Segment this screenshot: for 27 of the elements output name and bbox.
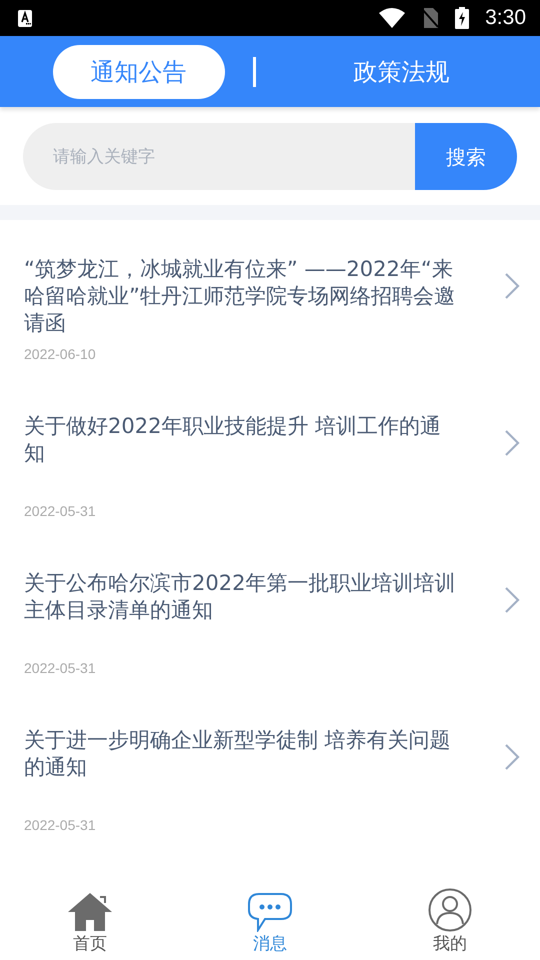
chevron-right-icon[interactable]: [504, 743, 520, 771]
chevron-right-icon[interactable]: [504, 586, 520, 614]
battery-icon: [455, 7, 470, 29]
search-button[interactable]: 搜索: [415, 123, 517, 190]
tab[interactable]: 通知公告: [52, 44, 224, 98]
chat-bubble-icon: [247, 892, 293, 932]
clock-time: 3:30: [485, 5, 526, 32]
notice-date: 2022-05-31: [24, 816, 97, 835]
nav-tab[interactable]: 我的: [360, 880, 540, 960]
notification-icon: [18, 10, 32, 26]
tab[interactable]: 政策法规: [316, 44, 488, 98]
notice-date: 2022-05-31: [24, 659, 97, 678]
notice-title[interactable]: “筑梦龙江，冰城就业有位来” ——2022年“来哈留哈就业”牡丹江师范学院专场网络招聘会邀请函: [24, 256, 456, 340]
profile-icon: [428, 888, 472, 932]
nav-tab[interactable]: 首页: [0, 880, 180, 960]
notice-title[interactable]: 关于做好2022年职业技能提升 培训工作的通知: [24, 413, 456, 497]
home-icon: [67, 892, 113, 932]
chevron-right-icon[interactable]: [504, 429, 520, 457]
notice-title[interactable]: 关于进一步明确企业新型学徒制 培养有关问题的通知: [24, 727, 456, 811]
notice-date: 2022-05-31: [24, 502, 97, 521]
chevron-right-icon[interactable]: [504, 272, 520, 300]
notice-title[interactable]: 关于公布哈尔滨市2022年第一批职业培训培训主体目录清单的通知: [24, 570, 456, 654]
wifi-icon: [379, 8, 406, 28]
no-sim-icon: [421, 8, 440, 28]
notice-date: 2022-06-10: [24, 345, 97, 364]
search-field[interactable]: 请输入关键字: [23, 123, 415, 190]
nav-tab[interactable]: 消息: [180, 880, 360, 960]
